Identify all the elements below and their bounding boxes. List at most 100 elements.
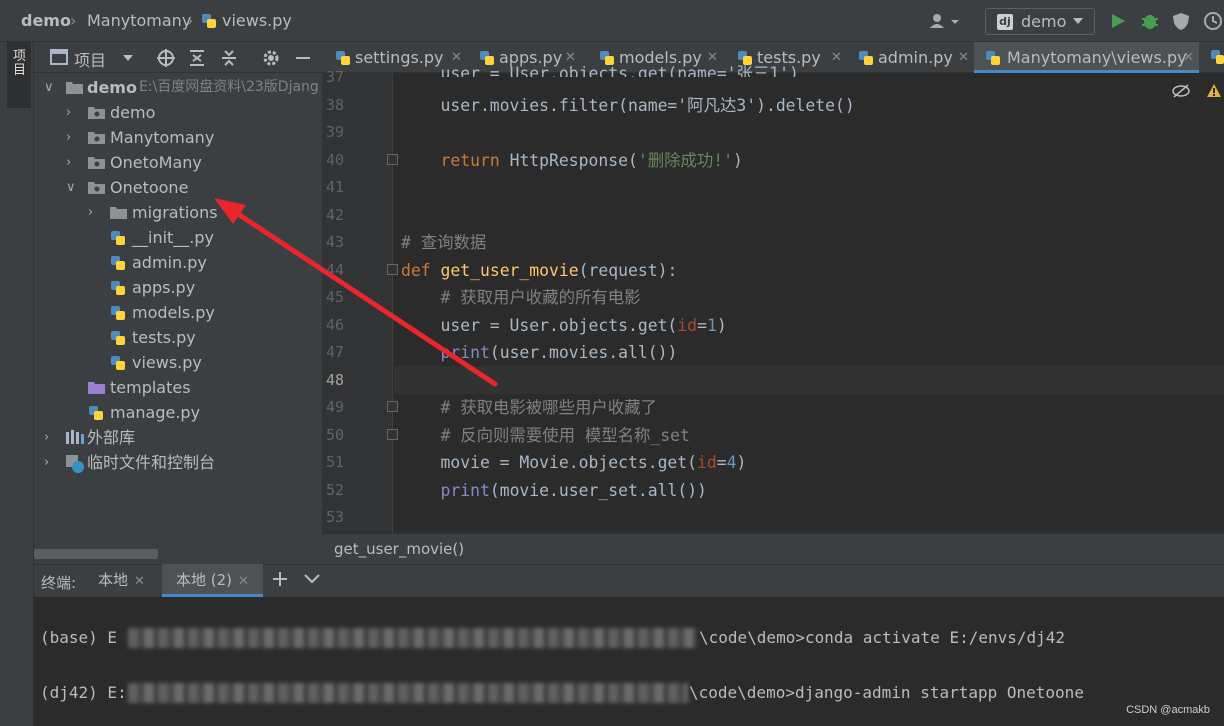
chevron-right-icon: › xyxy=(66,105,72,120)
code-line-51: movie = Movie.objects.get(id=4) xyxy=(401,453,747,472)
terminal-title: 终端: xyxy=(41,574,77,592)
python-file-icon xyxy=(110,355,126,371)
code-line-40: return HttpResponse('删除成功!') xyxy=(440,151,743,170)
terminal-line-suffix: \code\demo>django-admin startapp Onetoon… xyxy=(689,683,1084,702)
python-file-icon xyxy=(110,230,126,246)
close-icon[interactable]: ✕ xyxy=(958,42,969,73)
gear-icon[interactable] xyxy=(262,49,280,67)
folder-icon xyxy=(88,155,105,169)
code-line-43: # 查询数据 xyxy=(401,233,487,252)
fold-marker[interactable] xyxy=(387,154,398,165)
user-icon[interactable] xyxy=(929,13,959,29)
collapse-all-icon[interactable] xyxy=(221,49,237,67)
close-icon[interactable]: ✕ xyxy=(134,574,145,589)
run-icon[interactable] xyxy=(1109,12,1127,30)
close-icon[interactable]: ✕ xyxy=(1183,42,1194,73)
current-line-highlight xyxy=(394,366,1224,394)
code-line-50: # 反向则需要使用 模型名称_set xyxy=(440,426,690,445)
line-number: 41 xyxy=(325,178,344,196)
line-number: 50 xyxy=(325,426,344,444)
terminal-tab-local[interactable]: 本地 ✕ xyxy=(98,564,145,597)
expand-all-icon[interactable] xyxy=(189,49,205,67)
templates-folder-icon xyxy=(88,380,105,394)
coverage-icon[interactable] xyxy=(1171,11,1191,31)
line-number: 46 xyxy=(325,316,344,334)
editor-breadcrumb[interactable]: get_user_movie() xyxy=(322,533,1224,564)
breadcrumb-folder[interactable]: Manytomany xyxy=(87,0,191,42)
run-configuration-select[interactable]: dj demo xyxy=(985,8,1095,35)
terminal-line-prefix: (dj42) E: xyxy=(40,683,127,702)
reader-mode-icon[interactable] xyxy=(1172,84,1190,98)
fold-marker[interactable] xyxy=(387,429,398,440)
line-number: 51 xyxy=(325,453,344,471)
terminal-output[interactable] xyxy=(34,597,1224,726)
line-number: 44 xyxy=(325,261,344,279)
close-icon[interactable]: ✕ xyxy=(238,574,249,589)
debug-icon[interactable] xyxy=(1140,11,1160,31)
title-bar: demo › Manytomany › views.py dj demo xyxy=(0,0,1224,42)
tree-item-project-root[interactable]: ∨ demo E:\百度网盘资料\23版Djang xyxy=(44,75,322,100)
line-number: 52 xyxy=(325,481,344,499)
terminal-line-prefix: (base) E xyxy=(40,628,118,647)
minimize-icon[interactable] xyxy=(295,49,311,67)
fold-marker[interactable] xyxy=(387,264,398,275)
profile-icon[interactable] xyxy=(1203,11,1224,31)
redacted-text xyxy=(128,683,688,703)
python-file-icon xyxy=(985,50,1001,66)
fold-marker[interactable] xyxy=(387,401,398,412)
breadcrumb-separator: › xyxy=(187,11,194,30)
chevron-down-icon[interactable] xyxy=(304,574,320,584)
line-number: 43 xyxy=(325,233,344,251)
folder-icon xyxy=(88,105,105,119)
breadcrumb-project[interactable]: demo xyxy=(21,0,71,42)
redacted-text xyxy=(128,628,698,648)
project-view-title[interactable]: 项目 xyxy=(74,47,106,71)
project-view-icon xyxy=(50,49,68,65)
line-number: 39 xyxy=(325,123,344,141)
folder-icon xyxy=(66,80,83,94)
python-file-icon xyxy=(110,305,126,321)
line-number: 45 xyxy=(325,288,344,306)
line-number: 48 xyxy=(325,371,344,389)
close-icon[interactable]: ✕ xyxy=(831,42,842,73)
breadcrumb-separator: › xyxy=(70,11,77,30)
chevron-down-icon: ∨ xyxy=(44,80,54,95)
scratches-icon xyxy=(66,455,84,473)
python-file-icon xyxy=(858,50,874,66)
chevron-right-icon: › xyxy=(44,455,50,470)
python-file-icon xyxy=(110,280,126,296)
line-number: 37 xyxy=(325,68,344,86)
line-number: 49 xyxy=(325,398,344,416)
line-number: 38 xyxy=(325,96,344,114)
locate-icon[interactable] xyxy=(157,49,175,67)
warning-icon[interactable] xyxy=(1206,83,1222,98)
chevron-right-icon: › xyxy=(44,430,50,445)
project-tool-button[interactable]: 项目 xyxy=(7,42,31,108)
python-file-icon[interactable] xyxy=(1210,49,1224,65)
tree-item-label: demo xyxy=(87,78,137,97)
python-file-icon xyxy=(201,13,217,29)
terminal-tab-local-2[interactable]: 本地 (2) ✕ xyxy=(162,564,263,597)
horizontal-scrollbar[interactable] xyxy=(34,549,158,559)
python-file-icon xyxy=(88,405,104,421)
library-icon xyxy=(66,430,84,444)
code-line-46: user = User.objects.get(id=1) xyxy=(401,316,727,335)
terminal-line-suffix: \code\demo>conda activate E:/envs/dj42 xyxy=(699,628,1066,647)
chevron-right-icon: › xyxy=(66,130,72,145)
breadcrumb-file[interactable]: views.py xyxy=(222,0,292,42)
tab-admin-py[interactable]: admin.py ✕ xyxy=(856,42,970,73)
chevron-down-icon[interactable] xyxy=(122,53,134,63)
tool-window-strip xyxy=(0,42,34,726)
folder-icon xyxy=(88,180,105,194)
line-number: 42 xyxy=(325,206,344,224)
project-panel-header: 项目 xyxy=(34,42,322,73)
python-file-icon xyxy=(110,255,126,271)
chevron-right-icon: › xyxy=(88,205,94,220)
django-icon: dj xyxy=(997,14,1013,30)
add-icon[interactable] xyxy=(272,571,288,587)
code-line-49: # 获取电影被哪些用户收藏了 xyxy=(440,398,657,417)
line-number: 53 xyxy=(325,508,344,526)
code-line-37: user = User.objects.get(name='张三1') xyxy=(401,64,799,77)
code-line-44: def get_user_movie(request): xyxy=(401,261,678,280)
tab-manytomany-views-py[interactable]: Manytomany\views.py ✕ xyxy=(974,42,1199,73)
